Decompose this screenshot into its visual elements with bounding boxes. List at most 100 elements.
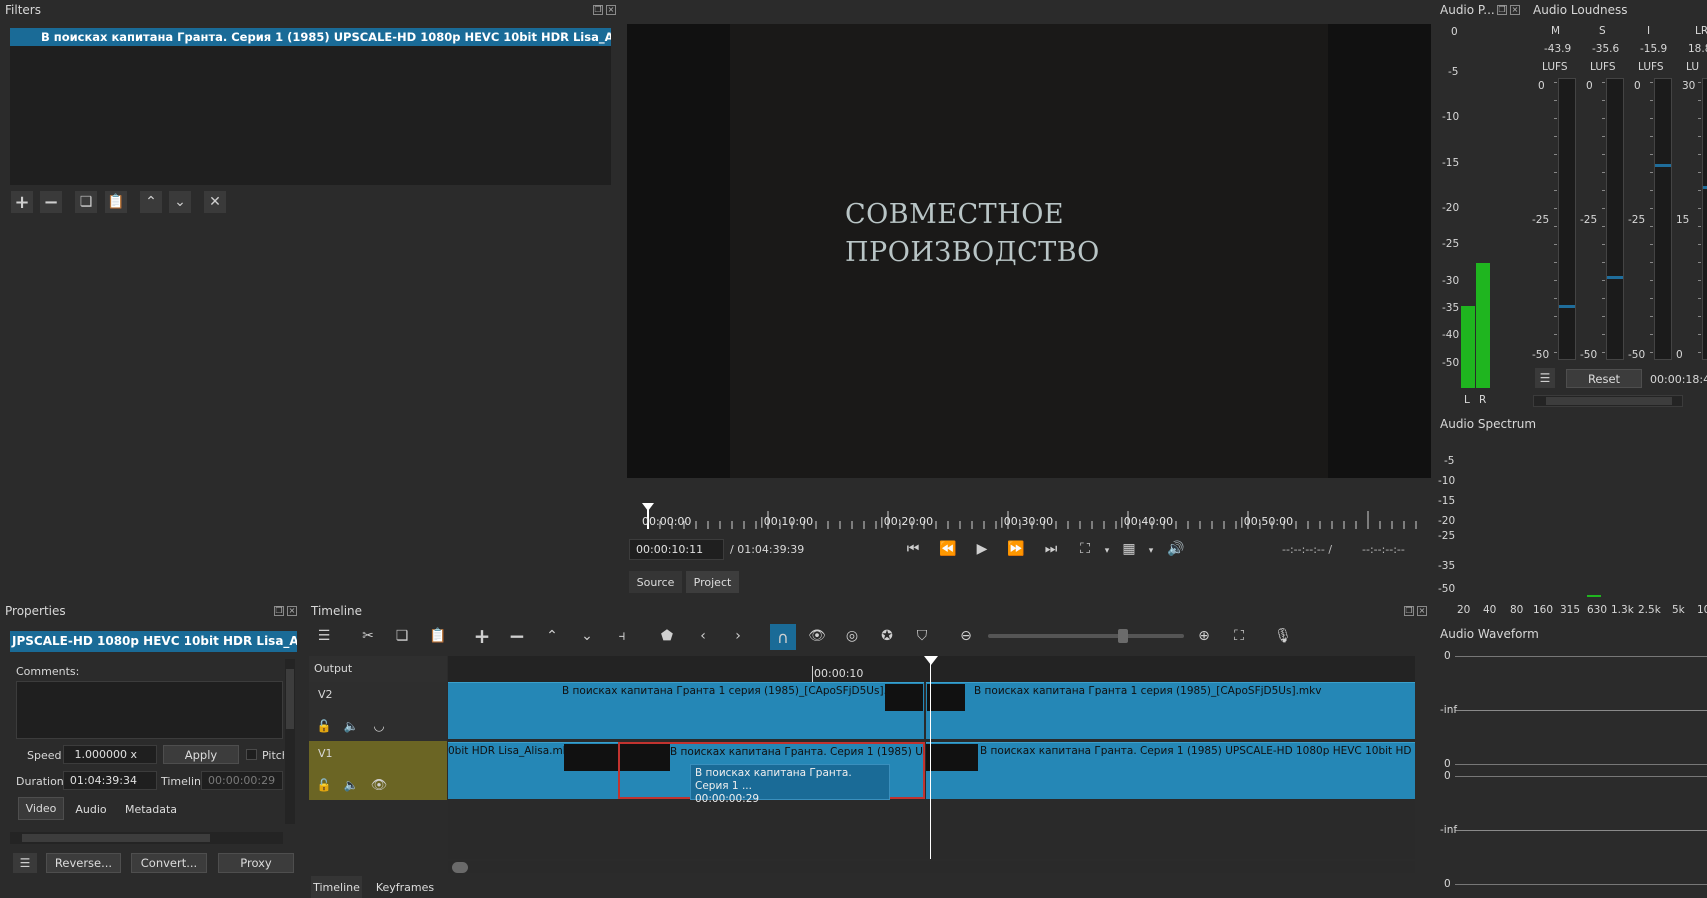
player-tick-3: |00:30:00 <box>1000 515 1054 528</box>
tab-project[interactable]: Project <box>686 571 739 593</box>
float-icon[interactable]: ❐ <box>1404 606 1414 616</box>
timeline-hscroll-thumb[interactable] <box>452 862 468 873</box>
split-icon[interactable]: ⫞ <box>611 625 633 647</box>
zoom-slider-handle[interactable] <box>1118 629 1128 643</box>
next-marker-icon[interactable]: › <box>727 625 749 647</box>
properties-menu-icon[interactable]: ☰ <box>13 853 37 873</box>
previous-marker-icon[interactable]: ‹ <box>692 625 714 647</box>
skip-previous-icon[interactable]: ⏮ <box>902 538 924 560</box>
apply-button[interactable]: Apply <box>163 745 239 764</box>
paste-filter-icon[interactable]: 📋 <box>105 191 127 213</box>
tab-source[interactable]: Source <box>629 571 682 593</box>
zoom-in-icon[interactable]: ⊕ <box>1193 625 1215 647</box>
remove-filter-icon[interactable]: − <box>40 191 62 213</box>
properties-hscrollbar[interactable] <box>10 832 283 844</box>
timeline-clip[interactable]: В поисках капитана Гранта. Серия 1 (1985… <box>926 742 1415 799</box>
tab-audio[interactable]: Audio <box>68 798 114 820</box>
duration-field[interactable]: 01:04:39:34 <box>63 771 157 790</box>
timeline-clip[interactable]: В поисках капитана Гранта 1 серия (1985)… <box>926 682 1415 739</box>
float-icon[interactable]: ❐ <box>593 5 603 15</box>
lock-icon[interactable]: 🔓 <box>313 715 335 737</box>
tracks-area[interactable]: В поисках капитана Гранта 1 серия (1985)… <box>448 656 1415 859</box>
timeline-clip[interactable]: В поисках капитана Гранта 1 серия (1985)… <box>448 682 924 739</box>
zoom-timeline-fit-icon[interactable]: ⛶ <box>1228 625 1250 647</box>
loudness-scroll-thumb[interactable] <box>1546 397 1672 405</box>
ripple-icon[interactable]: ◎ <box>841 625 863 647</box>
mute-icon[interactable]: 🔈 <box>340 715 362 737</box>
close-icon[interactable]: × <box>1417 606 1427 616</box>
overwrite-icon[interactable]: ⌄ <box>576 625 598 647</box>
track-header-v2[interactable]: V2 🔓 🔈 ◡ <box>309 682 447 741</box>
properties-scrollbar[interactable] <box>285 659 295 824</box>
zoom-fit-icon[interactable]: ⛶ <box>1074 538 1096 560</box>
waveform-line <box>1455 710 1707 711</box>
deselect-filter-icon[interactable]: ✕ <box>204 191 226 213</box>
copy-icon[interactable]: ❏ <box>391 625 413 647</box>
loudness-menu-icon[interactable]: ☰ <box>1535 368 1555 388</box>
tab-keyframes[interactable]: Keyframes <box>372 876 438 898</box>
tab-timeline[interactable]: Timeline <box>311 876 362 898</box>
close-icon[interactable]: × <box>1510 5 1520 15</box>
current-time-field[interactable]: 00:00:10:11 <box>629 539 724 560</box>
float-icon[interactable]: ❐ <box>274 606 284 616</box>
timeline-clip[interactable]: 0bit HDR Lisa_Alisa.mkv <box>448 742 618 799</box>
lift-icon[interactable]: ⌃ <box>541 625 563 647</box>
copy-filter-icon[interactable]: ❏ <box>75 191 97 213</box>
fast-forward-icon[interactable]: ⏩ <box>1005 538 1027 560</box>
marker-icon[interactable]: ⬟ <box>656 625 678 647</box>
speed-label: Speed <box>27 749 62 762</box>
filters-list[interactable] <box>10 46 611 185</box>
player-ruler[interactable]: 00:00:00 |00:10:00 |00:20:00 |00:30:00 |… <box>638 503 1418 529</box>
grid-icon[interactable]: ▦ <box>1118 538 1140 560</box>
rewind-icon[interactable]: ⏪ <box>937 538 959 560</box>
timeline-menu-icon[interactable]: ☰ <box>313 625 335 647</box>
convert-button[interactable]: Convert... <box>131 853 207 873</box>
ripple-delete-icon[interactable]: − <box>506 624 528 648</box>
cut-icon[interactable]: ✂ <box>357 625 379 647</box>
grid-dropdown-icon[interactable]: ▾ <box>1140 540 1162 562</box>
scrub-icon[interactable]: 👁 <box>806 625 828 647</box>
loudness-level-marker <box>1607 276 1623 279</box>
comments-textarea[interactable] <box>16 681 283 739</box>
add-filter-icon[interactable]: + <box>11 191 33 213</box>
zoom-dropdown-icon[interactable]: ▾ <box>1096 540 1118 562</box>
ripple-all-icon[interactable]: ✪ <box>876 625 898 647</box>
move-down-icon[interactable]: ⌄ <box>169 191 191 213</box>
video-viewer[interactable]: СОВМЕСТНОЕ ПРОИЗВОДСТВО <box>627 24 1431 478</box>
visibility-icon[interactable]: 👁 <box>368 774 390 796</box>
record-audio-icon[interactable]: 🎙 <box>1272 625 1294 647</box>
timeline-playhead[interactable] <box>930 656 931 859</box>
tab-video[interactable]: Video <box>18 797 64 820</box>
track-header-v1[interactable]: V1 🔓 🔈 👁 <box>309 741 447 800</box>
mute-icon[interactable]: 🔈 <box>340 774 362 796</box>
loudness-scrollbar[interactable] <box>1533 395 1683 407</box>
zoom-out-icon[interactable]: ⊖ <box>955 625 977 647</box>
waveform-line <box>1455 776 1707 777</box>
close-icon[interactable]: × <box>606 5 616 15</box>
skip-next-icon[interactable]: ⏭ <box>1040 538 1062 560</box>
move-up-icon[interactable]: ⌃ <box>140 191 162 213</box>
speed-field[interactable]: 1.000000 x <box>63 745 157 764</box>
properties-scroll-thumb[interactable] <box>286 669 294 729</box>
loudness-tick <box>1650 100 1653 101</box>
pitch-checkbox[interactable] <box>246 749 257 760</box>
properties-hscroll-thumb[interactable] <box>22 834 210 842</box>
timeline-playhead-handle[interactable] <box>924 656 938 665</box>
reverse-button[interactable]: Reverse... <box>46 853 121 873</box>
play-icon[interactable]: ▶ <box>971 538 993 560</box>
hide-icon[interactable]: ◡ <box>368 715 390 737</box>
zoom-slider[interactable] <box>988 629 1184 643</box>
snap-icon[interactable]: ∩ <box>770 624 796 650</box>
ripple-markers-icon[interactable]: ⛉ <box>911 625 933 647</box>
volume-icon[interactable]: 🔊 <box>1165 538 1187 560</box>
loudness-reset-button[interactable]: Reset <box>1566 369 1642 388</box>
proxy-button[interactable]: Proxy <box>218 853 294 873</box>
tab-metadata[interactable]: Metadata <box>118 798 184 820</box>
close-icon[interactable]: × <box>287 606 297 616</box>
lock-icon[interactable]: 🔓 <box>313 774 335 796</box>
append-icon[interactable]: + <box>471 624 493 648</box>
total-time: / 01:04:39:39 <box>730 543 805 556</box>
paste-icon[interactable]: 📋 <box>427 625 449 647</box>
float-icon[interactable]: ❐ <box>1497 5 1507 15</box>
timeline-hscrollbar[interactable] <box>448 861 1415 873</box>
